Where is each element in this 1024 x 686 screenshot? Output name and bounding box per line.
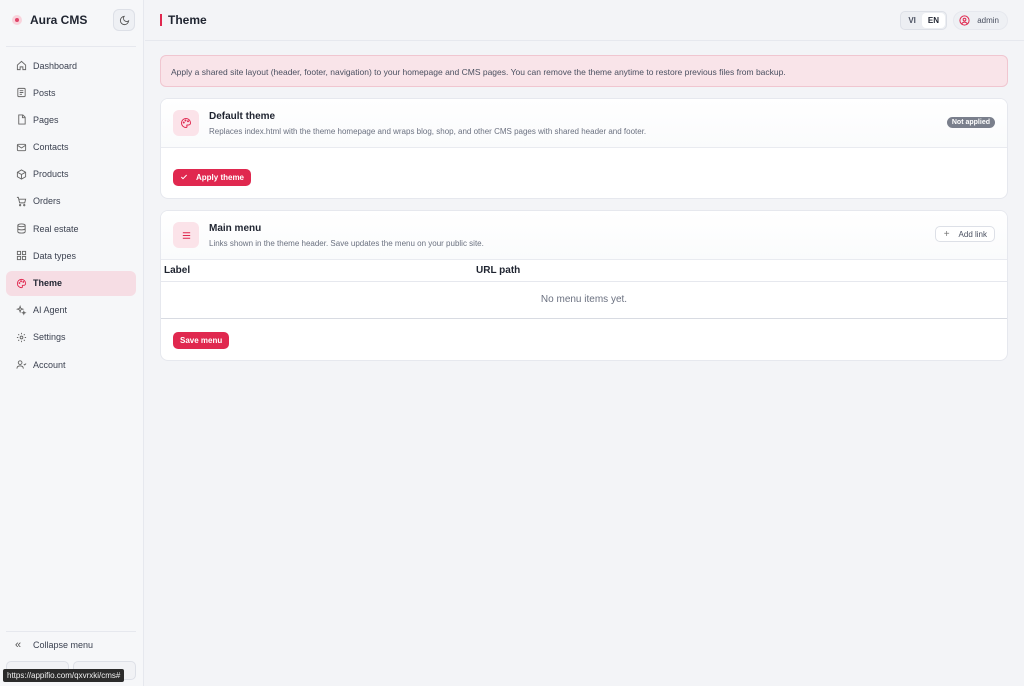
sidebar-item-dashboard[interactable]: Dashboard [6,53,136,78]
sidebar-item-theme[interactable]: Theme [6,270,136,296]
column-header-url-path: URL path [473,260,1007,282]
user-menu[interactable]: admin [953,11,1008,30]
database-icon [15,223,27,235]
collapse-menu-label: Collapse menu [33,640,94,650]
main-menu-card: Main menu Links shown in the theme heade… [160,210,1008,361]
sidebar-item-posts[interactable]: Posts [6,80,136,105]
plus-icon: + [943,228,950,240]
page-title: Theme [160,14,207,26]
brand-logo [12,15,22,25]
moon-icon [119,15,129,25]
sidebar-nav: Dashboard Posts Pages Contacts Products … [6,46,136,379]
sidebar-item-label: Real estate [33,223,79,234]
add-link-label: Add link [958,229,987,239]
default-theme-card: Default theme Replaces index.html with t… [160,98,1008,199]
status-badge: Not applied [946,117,995,128]
sidebar-item-orders[interactable]: Orders [6,189,136,214]
chevrons-left-icon: « [15,639,22,651]
column-header-label: Label [161,260,473,282]
sidebar-item-label: Dashboard [33,60,78,71]
document-icon [15,87,27,99]
apply-theme-button[interactable]: Apply theme [173,168,252,186]
menu-table: Label URL path No menu items yet. [161,260,1007,319]
apply-theme-label: Apply theme [196,172,245,182]
menu-icon [173,222,199,248]
table-header-row: Label URL path [161,260,1007,282]
palette-icon [173,110,199,136]
table-row: No menu items yet. [161,281,1007,319]
mail-icon [15,141,27,153]
sidebar-item-settings[interactable]: Settings [6,325,136,350]
grid-icon [15,250,27,262]
language-switcher: VI EN [900,11,947,30]
main-menu-header: Main menu Links shown in the theme heade… [161,211,1007,260]
sparkles-icon [15,304,27,316]
user-icon [15,359,27,371]
check-icon [180,173,188,181]
sidebar-item-label: Posts [33,87,56,98]
sidebar-item-label: Products [33,169,69,180]
brand-name: Aura CMS [30,13,88,27]
default-theme-description: Replaces index.html with the theme homep… [209,127,647,136]
collapse-menu-button[interactable]: « Collapse menu [6,631,136,656]
brand: Aura CMS [0,0,143,40]
sidebar-item-real-estate[interactable]: Real estate [6,216,136,241]
page-icon [15,114,27,126]
sidebar-item-products[interactable]: Products [6,162,136,187]
sidebar-item-ai-agent[interactable]: AI Agent [6,298,136,323]
sidebar-item-label: Pages [33,114,59,125]
box-icon [15,168,27,180]
dark-mode-toggle[interactable] [113,9,135,31]
home-icon [15,60,27,72]
palette-icon [15,277,27,289]
sidebar-item-label: Settings [33,332,66,343]
sidebar-item-label: Account [33,359,66,370]
default-theme-body: Apply theme [161,148,1007,198]
user-circle-icon [959,15,970,26]
sidebar-item-label: AI Agent [33,305,68,316]
main-content: Apply a shared site layout (header, foot… [160,55,1008,361]
lang-option-en[interactable]: EN [921,13,945,28]
main-menu-description: Links shown in the theme header. Save up… [209,239,484,248]
cart-icon [15,195,27,207]
default-theme-title: Default theme [209,111,276,122]
sidebar-item-contacts[interactable]: Contacts [6,135,136,160]
empty-state: No menu items yet. [161,281,1007,319]
save-menu-button[interactable]: Save menu [173,331,230,349]
add-link-button[interactable]: + Add link [934,226,995,242]
user-name: admin [977,16,999,25]
status-bar-url: https://appifio.com/qxvrxki/cms# [3,669,125,682]
main-menu-title: Main menu [209,223,262,234]
default-theme-header: Default theme Replaces index.html with t… [161,99,1007,148]
sidebar-item-data-types[interactable]: Data types [6,243,136,268]
sidebar-item-label: Theme [33,278,63,288]
lang-option-vi[interactable]: VI [902,13,922,28]
sidebar-item-label: Contacts [33,142,69,153]
info-notice: Apply a shared site layout (header, foot… [160,55,1008,87]
sidebar-item-pages[interactable]: Pages [6,107,136,132]
sidebar: Aura CMS Dashboard Posts Pages Contacts … [0,0,144,686]
main-menu-footer: Save menu [161,319,1007,360]
sidebar-item-account[interactable]: Account [6,352,136,377]
top-bar: Theme VI EN admin [145,0,1024,41]
sidebar-item-label: Data types [33,250,77,261]
gear-icon [15,331,27,343]
sidebar-item-label: Orders [33,196,61,207]
